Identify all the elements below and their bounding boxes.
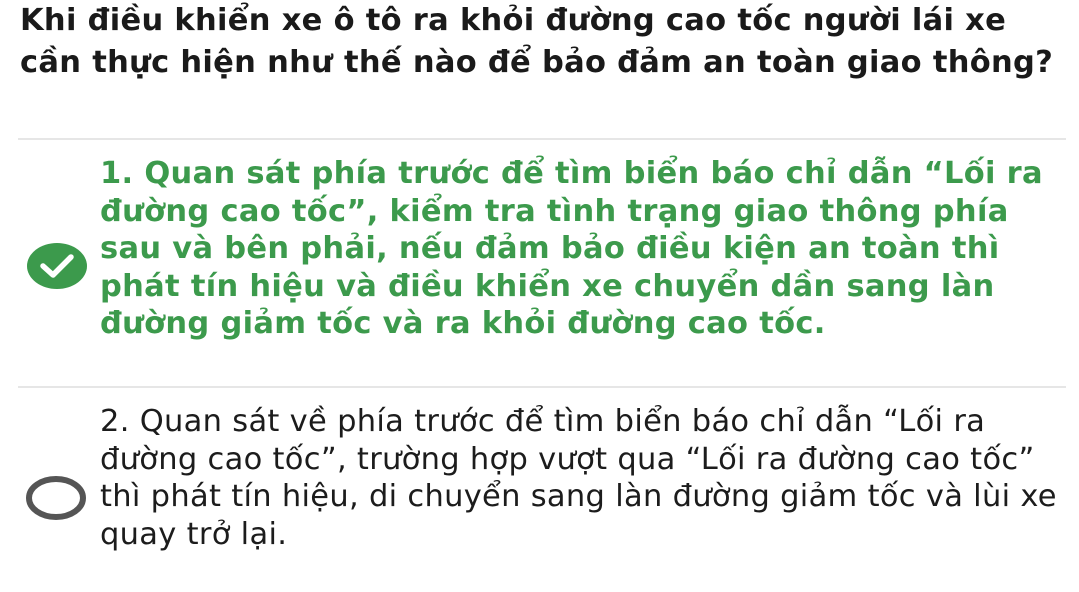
check-circle-icon[interactable]	[26, 242, 88, 290]
radio-empty-icon[interactable]	[25, 475, 87, 521]
answer-option-1[interactable]: 1. Quan sát phía trước để tìm biển báo c…	[100, 155, 1075, 343]
answer-option-2[interactable]: 2. Quan sát về phía trước để tìm biển bá…	[100, 403, 1075, 553]
question-text: Khi điều khiển xe ô tô ra khỏi đường cao…	[20, 3, 1054, 80]
divider	[18, 138, 1066, 140]
divider	[18, 386, 1066, 388]
